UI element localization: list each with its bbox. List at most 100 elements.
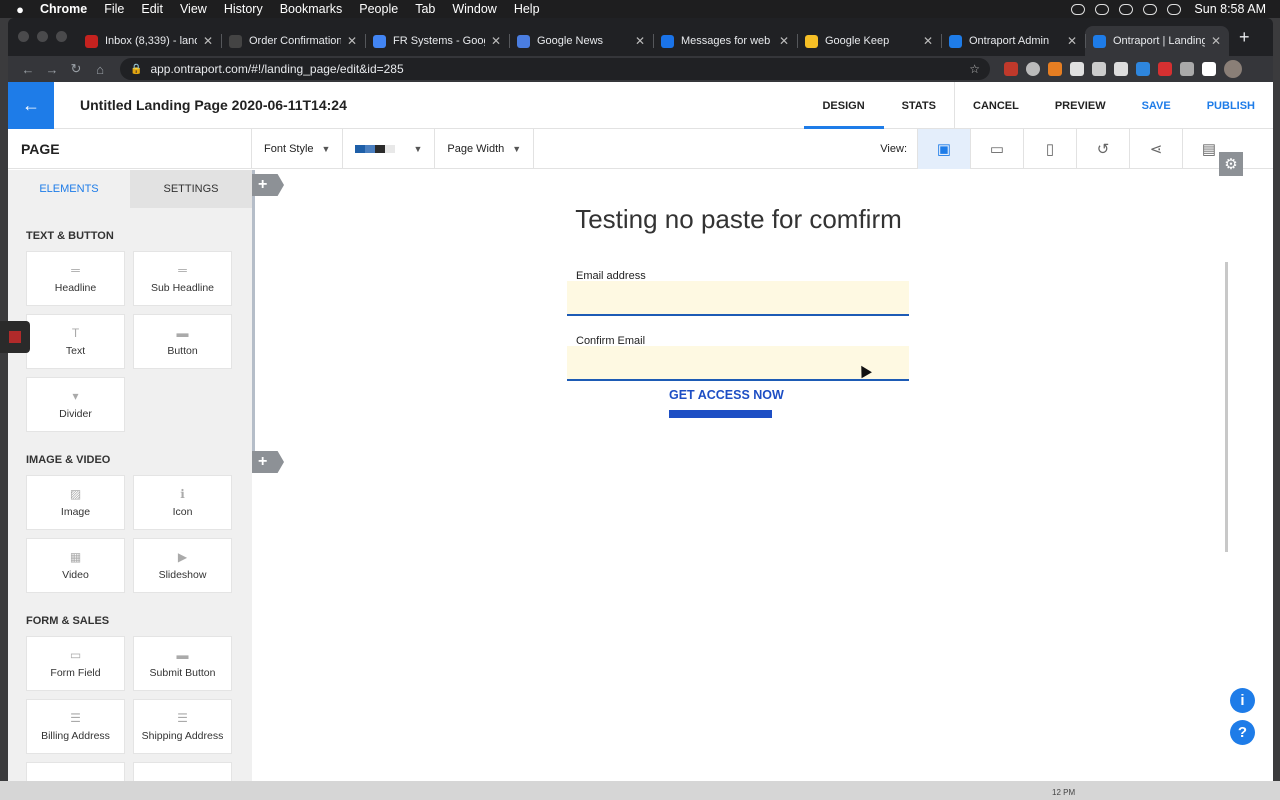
desktop-view-button[interactable]: ▭ [970,129,1023,169]
status-icon[interactable] [1071,3,1086,15]
menu-tab[interactable]: Tab [415,2,435,16]
extension-icon[interactable] [1026,62,1040,76]
apple-icon[interactable]: ● [0,2,40,17]
element-more[interactable] [133,762,232,781]
browser-tab[interactable]: Google News ✕ [509,26,653,56]
close-tab-icon[interactable]: ✕ [635,34,645,48]
element-more[interactable] [26,762,125,781]
close-window-icon[interactable] [18,31,29,42]
menu-people[interactable]: People [359,2,398,16]
url-text[interactable]: app.ontraport.com/#!/landing_page/edit&i… [150,62,403,76]
menu-help[interactable]: Help [514,2,540,16]
element-submit-button[interactable]: ▬ Submit Button [133,636,232,691]
close-tab-icon[interactable]: ✕ [1067,34,1077,48]
extension-icon[interactable] [1136,62,1150,76]
extension-icon[interactable] [1180,62,1194,76]
menu-chrome[interactable]: Chrome [40,2,87,16]
font-style-dropdown[interactable]: Font Style ▼ [252,128,344,169]
browser-tab[interactable]: Messages for web ✕ [653,26,797,56]
browser-tab[interactable]: Inbox (8,339) - landon ✕ [77,26,221,56]
mobile-view-button[interactable]: ▯ [1023,129,1076,169]
element-button[interactable]: ▬ Button [133,314,232,369]
page-width-dropdown[interactable]: Page Width ▼ [435,128,535,169]
menu-window[interactable]: Window [452,2,496,16]
browser-tab-active[interactable]: Ontraport | Landing P ✕ [1085,26,1229,56]
element-sub-headline[interactable]: ═ Sub Headline [133,251,232,306]
element-form-field[interactable]: ▭ Form Field [26,636,125,691]
extension-icon[interactable] [1048,62,1062,76]
preview-button[interactable]: PREVIEW [1037,82,1124,129]
element-divider[interactable]: ▾ Divider [26,377,125,432]
battery-icon[interactable] [1167,3,1182,15]
element-icon[interactable]: ℹ Icon [133,475,232,530]
menu-edit[interactable]: Edit [141,2,163,16]
forward-icon[interactable]: → [40,62,64,77]
extension-icon[interactable] [1114,62,1128,76]
close-tab-icon[interactable]: ✕ [779,34,789,48]
wifi-icon[interactable] [1119,3,1134,15]
back-icon[interactable]: ← [16,62,40,77]
reload-icon[interactable]: ↻ [64,61,88,77]
element-image[interactable]: ▨ Image [26,475,125,530]
element-billing-address[interactable]: ☰ Billing Address [26,699,125,754]
page-headline[interactable]: Testing no paste for comfirm [252,204,1225,235]
back-button[interactable]: ← [8,81,54,129]
minimize-window-icon[interactable] [37,31,48,42]
extensions-puzzle-icon[interactable] [1202,62,1216,76]
status-icon[interactable] [1095,3,1110,15]
tab-elements[interactable]: ELEMENTS [8,170,130,208]
close-tab-icon[interactable]: ✕ [923,34,933,48]
info-button[interactable]: i [1230,688,1255,713]
extension-icon[interactable] [1004,62,1018,76]
element-text[interactable]: T Text [26,314,125,369]
confirm-email-field[interactable] [567,346,909,381]
add-block-button[interactable]: + [252,451,284,473]
email-field[interactable] [567,281,909,316]
browser-tab[interactable]: FR Systems - Google ✕ [365,26,509,56]
browser-tab[interactable]: Order Confirmation | F ✕ [221,26,365,56]
close-tab-icon[interactable]: ✕ [347,34,357,48]
close-tab-icon[interactable]: ✕ [1211,34,1221,48]
new-tab-icon[interactable]: + [1229,27,1260,56]
element-video[interactable]: ▦ Video [26,538,125,593]
tab-stats[interactable]: STATS [884,82,954,129]
close-tab-icon[interactable]: ✕ [491,34,501,48]
tab-design[interactable]: DESIGN [803,82,884,129]
menu-history[interactable]: History [224,2,263,16]
cancel-button[interactable]: CANCEL [954,82,1037,129]
add-block-button[interactable]: + [252,174,284,196]
menu-bookmarks[interactable]: Bookmarks [280,2,343,16]
share-button[interactable]: ⋖ [1129,129,1182,169]
all-devices-view-button[interactable]: ▣ [917,129,970,169]
browser-tab[interactable]: Google Keep ✕ [797,26,941,56]
volume-icon[interactable] [1143,3,1158,15]
element-shipping-address[interactable]: ☰ Shipping Address [133,699,232,754]
publish-button[interactable]: PUBLISH [1189,82,1273,129]
menu-view[interactable]: View [180,2,207,16]
recording-stop-button[interactable] [0,321,30,353]
save-button[interactable]: SAVE [1124,82,1189,129]
home-icon[interactable]: ⌂ [88,62,112,77]
browser-tab[interactable]: Ontraport Admin ✕ [941,26,1085,56]
bookmark-star-icon[interactable]: ☆ [969,62,980,76]
get-access-button[interactable]: GET ACCESS NOW [669,388,784,402]
apps-grid-icon[interactable] [1070,62,1084,76]
canvas-scrollbar[interactable] [1225,262,1228,552]
tab-settings[interactable]: SETTINGS [130,170,252,208]
extension-icon[interactable] [1092,62,1106,76]
profile-avatar[interactable] [1224,60,1242,78]
extension-icon[interactable] [1158,62,1172,76]
page-canvas[interactable]: + + Testing no paste for comfirm Email a… [252,170,1225,781]
help-button[interactable]: ? [1230,720,1255,745]
element-headline[interactable]: ═ Headline [26,251,125,306]
lock-icon[interactable]: 🔒 [130,64,142,75]
gear-icon[interactable]: ⚙ [1219,152,1243,176]
element-slideshow[interactable]: ▶ Slideshow [133,538,232,593]
maximize-window-icon[interactable] [56,31,67,42]
color-scheme-dropdown[interactable]: ▼ [343,128,436,169]
history-button[interactable]: ↺ [1076,129,1129,169]
address-bar[interactable]: 🔒 app.ontraport.com/#!/landing_page/edit… [120,58,990,80]
close-tab-icon[interactable]: ✕ [203,34,213,48]
menu-file[interactable]: File [104,2,124,16]
menu-clock[interactable]: Sun 8:58 AM [1194,2,1266,16]
